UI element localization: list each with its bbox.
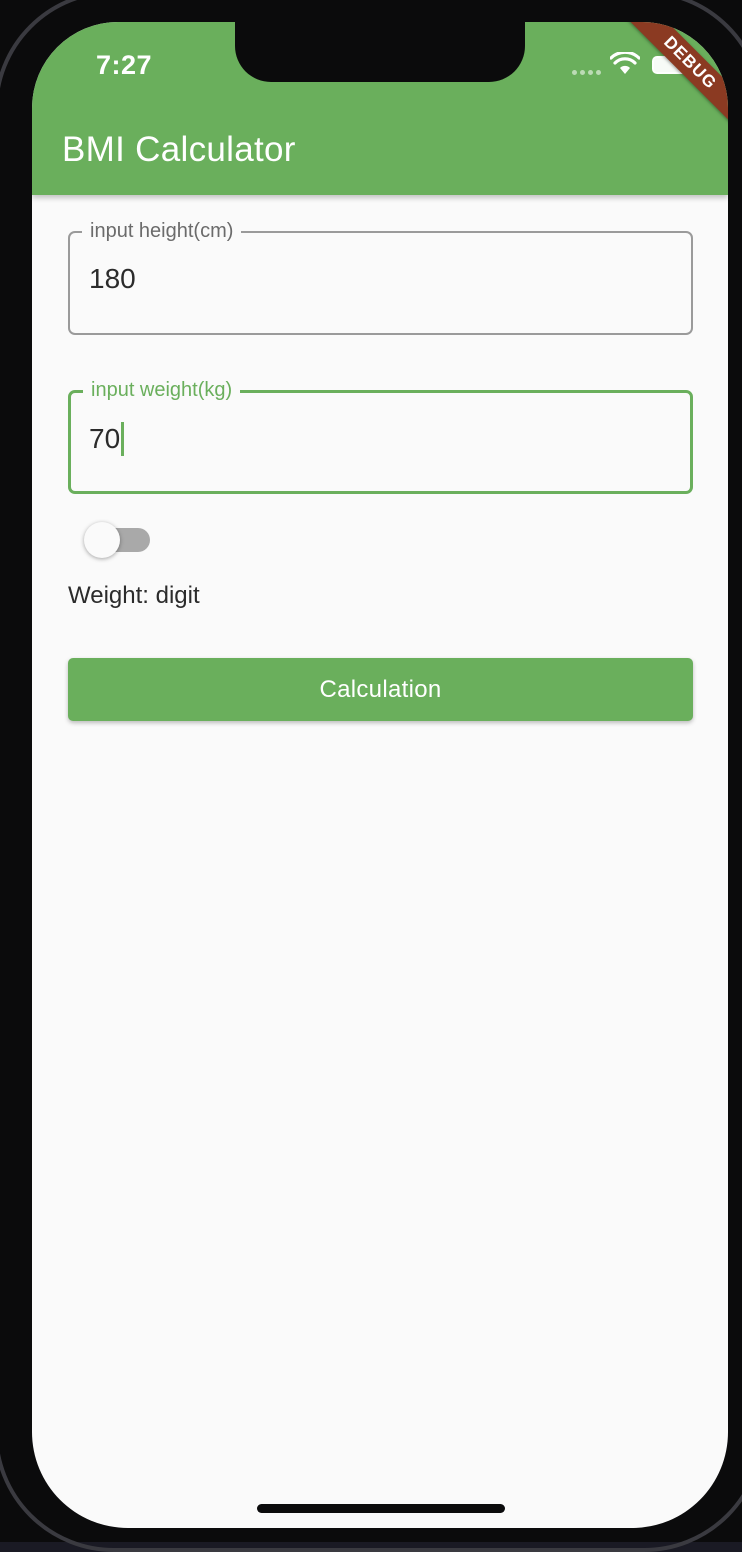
weight-input[interactable]: input weight(kg) 70 bbox=[68, 378, 693, 494]
height-input-label: input height(cm) bbox=[82, 219, 242, 243]
height-value-text: 180 bbox=[89, 263, 136, 294]
cellular-signal-icon bbox=[572, 70, 601, 75]
camera-notch bbox=[235, 22, 525, 82]
status-time: 7:27 bbox=[96, 50, 153, 80]
weight-value-text: 70 bbox=[89, 423, 121, 454]
switch-thumb[interactable] bbox=[84, 522, 120, 558]
height-input-value[interactable]: 180 bbox=[89, 263, 136, 295]
text-cursor bbox=[121, 422, 125, 456]
unit-toggle-switch[interactable] bbox=[84, 522, 154, 558]
weight-input-value[interactable]: 70 bbox=[89, 422, 125, 456]
app-screen: 7:27 DEBUG BMI Calculator input height(c… bbox=[32, 22, 728, 1528]
calculate-button[interactable]: Calculation bbox=[68, 658, 693, 721]
weight-input-label: input weight(kg) bbox=[83, 378, 241, 402]
wifi-icon bbox=[609, 50, 641, 81]
weight-mode-text: Weight: digit bbox=[68, 582, 200, 609]
phone-frame: 7:27 DEBUG BMI Calculator input height(c… bbox=[0, 0, 742, 1552]
app-title: BMI Calculator bbox=[62, 130, 296, 169]
height-input[interactable]: input height(cm) 180 bbox=[68, 219, 693, 335]
home-indicator[interactable] bbox=[257, 1504, 505, 1513]
